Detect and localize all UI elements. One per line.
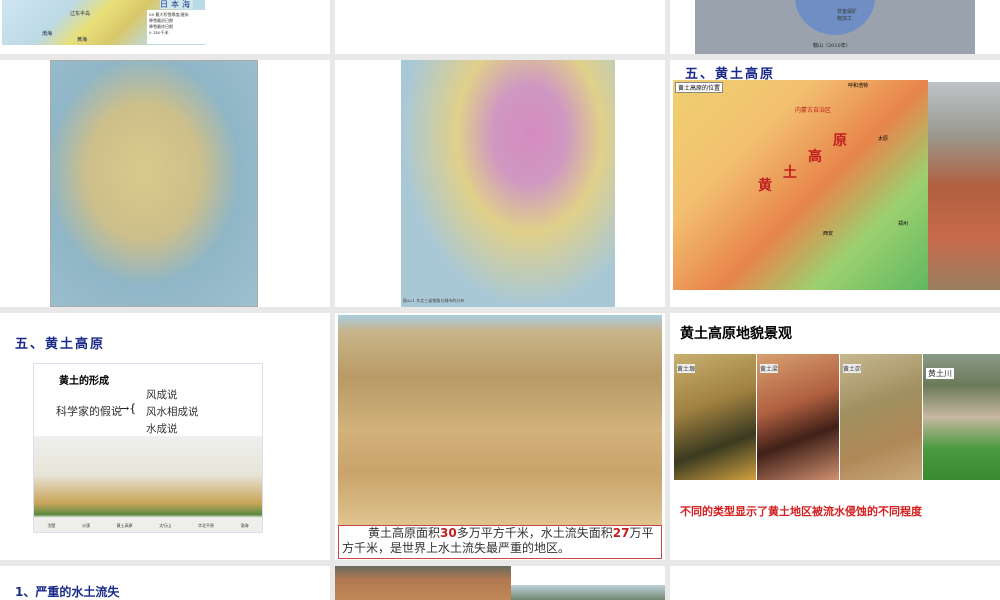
- map-label: 高: [808, 149, 822, 165]
- slide-thumbnail-3[interactable]: 非金属矿物加工 鞍山（2010年）: [670, 0, 1000, 54]
- caption-text: 黄土高原面积: [368, 526, 441, 540]
- slide-thumbnail-1[interactable]: 58 最大积雪厚度/厘米 降雪最初日期 降雪最终日期 0 140千米 渤海 黄海…: [0, 0, 330, 54]
- map-label: 西安: [823, 231, 834, 237]
- landform-photo-liang: 黄土梁: [757, 354, 839, 480]
- slide-thumbnail-10[interactable]: 1、严重的水土流失: [0, 566, 330, 600]
- map-label-sea-of-japan: 日本海: [160, 0, 193, 9]
- mining-photo: [335, 566, 511, 600]
- pie-chart-photo: 非金属矿物加工 鞍山（2010年）: [695, 0, 975, 54]
- box-title: 黄土的形成: [59, 376, 109, 387]
- snow-map-image: 58 最大积雪厚度/厘米 降雪最初日期 降雪最终日期 0 140千米 渤海 黄海…: [2, 0, 205, 45]
- slide-thumbnail-8[interactable]: 黄土高原面积30多万平方千米，水土流失面积27万平方千米，是世界上水土流失最严重…: [335, 313, 665, 560]
- diagram-label: 黄土高原: [116, 523, 133, 528]
- map-label: 黄: [758, 178, 772, 194]
- chart-caption: 鞍山（2010年）: [813, 43, 851, 49]
- map-caption: 图A21 东北三省铁路与城市的分布: [403, 298, 465, 303]
- photo-label: 黄土塬: [677, 364, 696, 373]
- photo-label: 黄土峁: [843, 364, 862, 373]
- map-label: 土: [783, 165, 797, 181]
- map-label: 内蒙古自治区: [795, 107, 832, 114]
- diagram-label: 华北平原: [197, 523, 214, 528]
- map-label: 太原: [878, 136, 889, 142]
- diagram-label: 太行山: [159, 523, 172, 528]
- pie-chart: [795, 0, 875, 35]
- northeast-map-photo: [50, 60, 258, 307]
- landform-photo-chuan: 黄土川: [923, 354, 1000, 480]
- map-label: 渤海: [42, 31, 53, 37]
- loess-plateau-map: 黄土高原的位置 黄 土 高 原 内蒙古自治区 呼和浩特 太原 西安 郑州: [673, 80, 928, 290]
- slide-title: 五、黄土高原: [15, 337, 106, 352]
- railway-map-photo: 图A21 东北三省铁路与城市的分布: [401, 60, 615, 307]
- caption-number: 27: [612, 526, 630, 540]
- legend-box: 58 最大积雪厚度/厘米 降雪最初日期 降雪最终日期 0 140千米: [147, 10, 205, 44]
- pie-label: 非金属矿物加工: [837, 9, 858, 22]
- slide-thumbnail-7[interactable]: 五、黄土高原 黄土的形成 科学家的假说 →{ 风成说 风水相成说 水成说 戈壁 …: [0, 313, 330, 560]
- slide-title: 黄土高原地貌景观: [680, 326, 792, 342]
- photo-label: 黄土川: [926, 368, 954, 379]
- slide-thumbnail-11[interactable]: [335, 566, 665, 600]
- diagram-label: 渤海: [240, 523, 249, 528]
- slide-thumbnail-12[interactable]: [670, 566, 1000, 600]
- caption-number: 30: [440, 526, 457, 540]
- map-label: 呼和浩特: [848, 83, 869, 89]
- map-label: 黄海: [77, 37, 88, 43]
- diagram-label: 戈壁: [47, 523, 56, 528]
- map-label: 原: [833, 133, 847, 149]
- legend-item: 0 140千米: [149, 30, 169, 35]
- diagram-label: 沙漠: [81, 523, 90, 528]
- map-label: 郑州: [898, 221, 909, 227]
- slide-thumbnail-2[interactable]: [335, 0, 665, 54]
- erosion-note: 不同的类型显示了黄土地区被流水侵蚀的不同程度: [680, 505, 922, 518]
- slide-thumbnail-9[interactable]: 黄土高原地貌景观 黄土塬 黄土梁 黄土峁 黄土川 不同的类型显示了黄土地区被流水…: [670, 313, 1000, 560]
- slide-thumbnail-5[interactable]: 图A21 东北三省铁路与城市的分布: [335, 60, 665, 307]
- caption-text: 多万平方千米，水土流失面积: [456, 526, 613, 540]
- slide-title: 1、严重的水土流失: [15, 585, 120, 599]
- hill-photo: [511, 585, 665, 600]
- cross-section-image: 戈壁 沙漠 黄土高原 太行山 华北平原 渤海: [34, 436, 262, 532]
- hypothesis-item: 风成说: [146, 389, 178, 401]
- hypothesis-label: 科学家的假说: [56, 405, 122, 418]
- arrow-brace-icon: →{: [120, 402, 137, 415]
- loess-aerial-photo: [338, 315, 662, 525]
- landform-photo-mao: 黄土峁: [840, 354, 922, 480]
- area-caption: 黄土高原面积30多万平方千米，水土流失面积27万平方千米，是世界上水土流失最严重…: [338, 525, 662, 559]
- map-label: 黄土高原的位置: [675, 82, 724, 93]
- landscape-photo: [928, 82, 1000, 290]
- slide-thumbnail-6[interactable]: 五、黄土高原 黄土高原的位置 黄 土 高 原 内蒙古自治区 呼和浩特 太原 西安…: [670, 60, 1000, 307]
- hypothesis-item: 风水相成说: [146, 406, 199, 418]
- landform-photo-yuan: 黄土塬: [674, 354, 756, 480]
- photo-label: 黄土梁: [760, 364, 779, 373]
- loess-formation-diagram: 黄土的形成 科学家的假说 →{ 风成说 风水相成说 水成说 戈壁 沙漠 黄土高原…: [33, 363, 263, 533]
- slide-thumbnail-4[interactable]: [0, 60, 330, 307]
- map-label: 辽东半岛: [70, 11, 91, 17]
